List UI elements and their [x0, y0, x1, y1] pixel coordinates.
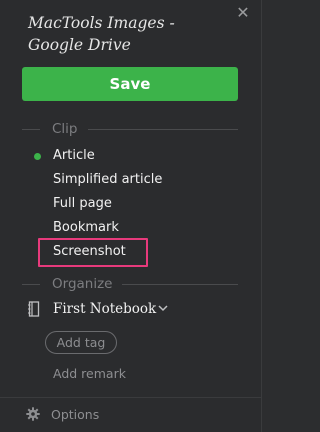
gear-icon: [26, 407, 40, 421]
selected-indicator-dot: [34, 153, 41, 160]
divider-line: [122, 284, 238, 285]
chevron-down-icon: [158, 305, 168, 312]
add-remark-link[interactable]: Add remark: [53, 366, 126, 382]
options-label: Options: [51, 407, 100, 422]
notebook-icon: [28, 301, 40, 317]
organize-heading: Organize: [52, 276, 113, 292]
web-clipper-panel: MacTools Images - Google Drive ✕ Save Cl…: [0, 0, 262, 432]
footer-divider: [0, 397, 262, 398]
options-button[interactable]: Options: [26, 406, 126, 424]
notebook-selector[interactable]: First Notebook: [28, 300, 228, 320]
add-tag-button[interactable]: Add tag: [45, 331, 117, 354]
clip-option-full-page[interactable]: Full page: [53, 196, 112, 212]
clip-heading: Clip: [52, 121, 78, 137]
clip-section-header: Clip: [22, 121, 238, 137]
screenshot-highlight-box: [38, 238, 148, 267]
notebook-name: First Notebook: [53, 301, 157, 317]
close-icon[interactable]: ✕: [234, 4, 252, 22]
clip-option-simplified-article[interactable]: Simplified article: [53, 172, 162, 188]
clip-option-bookmark[interactable]: Bookmark: [53, 220, 119, 236]
divider-line: [22, 284, 40, 285]
save-button[interactable]: Save: [22, 67, 238, 101]
divider-line: [22, 129, 40, 130]
clip-option-article[interactable]: Article: [53, 148, 95, 164]
divider-line: [88, 129, 238, 130]
note-title[interactable]: MacTools Images - Google Drive: [28, 12, 228, 56]
organize-section-header: Organize: [22, 276, 238, 292]
